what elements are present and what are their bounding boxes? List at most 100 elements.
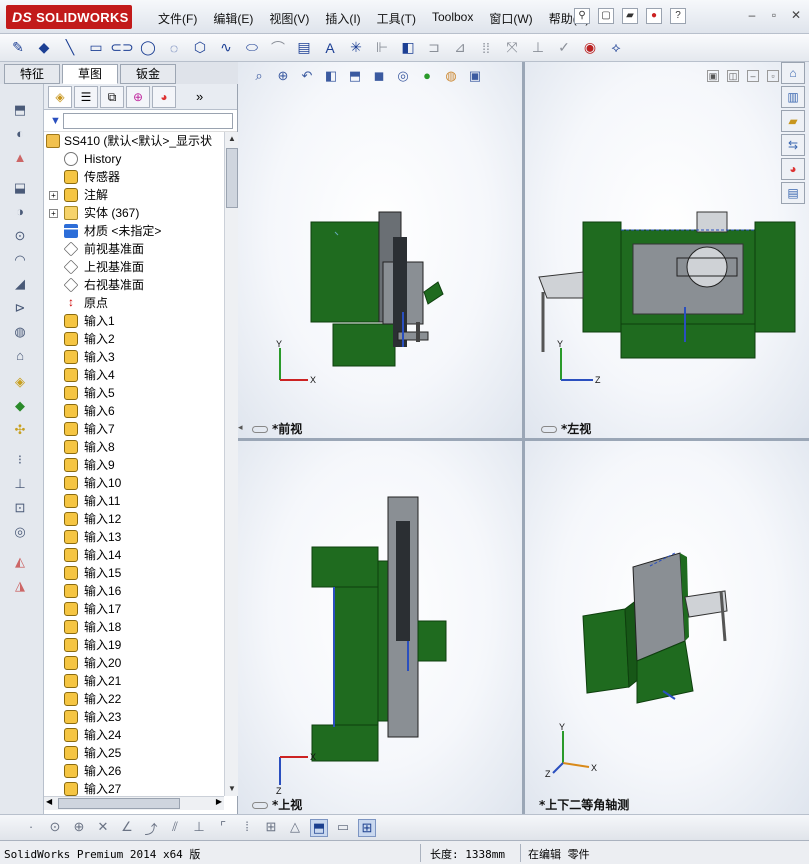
configuration-manager-tab-icon[interactable]: ⧉	[100, 85, 124, 108]
expand-icon[interactable]: +	[49, 191, 58, 200]
deform-icon[interactable]: ◮	[10, 578, 30, 596]
expand-tabs-icon[interactable]: »	[196, 89, 203, 104]
intersection-icon[interactable]: ✕	[94, 819, 112, 837]
minimize-icon[interactable]: –	[745, 8, 759, 22]
trim-icon[interactable]: ⊩	[372, 39, 392, 57]
hole-wizard-icon[interactable]: ⊙	[10, 228, 30, 246]
smart-dimension-icon[interactable]: ◆	[34, 39, 54, 57]
sketch-icon[interactable]: ✎	[8, 39, 28, 57]
tree-item[interactable]: 输入7	[44, 420, 224, 438]
scroll-thumb[interactable]	[226, 148, 238, 208]
tree-item[interactable]: 输入25	[44, 744, 224, 762]
shell-icon[interactable]: ◍	[10, 324, 30, 342]
tree-item[interactable]: 输入1	[44, 312, 224, 330]
quick-snap-icon[interactable]: ⤴	[142, 819, 160, 837]
tree-item[interactable]: 输入13	[44, 528, 224, 546]
tree-item[interactable]: 材质 <未指定>	[44, 222, 224, 240]
viewport-splitter-horizontal[interactable]	[238, 438, 809, 441]
tree-item[interactable]: 输入10	[44, 474, 224, 492]
slot-icon[interactable]: ⊂⊃	[110, 39, 133, 57]
menu-view[interactable]: 视图(V)	[261, 10, 317, 27]
rapid-sketch-icon[interactable]: ◉	[580, 39, 600, 57]
point-icon[interactable]: ✳	[346, 39, 366, 57]
triangle-icon[interactable]: △	[286, 819, 304, 837]
draft-icon[interactable]: ⌂	[10, 348, 30, 366]
tree-item[interactable]: 传感器	[44, 168, 224, 186]
tree-item[interactable]: 输入27	[44, 780, 224, 796]
tree-item[interactable]: 上视基准面	[44, 258, 224, 276]
tree-vertical-scrollbar[interactable]: ▲ ▼	[224, 132, 238, 796]
horizontal-snap-icon[interactable]: ⌜	[214, 819, 232, 837]
tree-item[interactable]: 输入26	[44, 762, 224, 780]
tree-item[interactable]: 输入14	[44, 546, 224, 564]
flex-icon[interactable]: ◭	[10, 554, 30, 572]
polygon-icon[interactable]: ⬡	[190, 39, 210, 57]
tab-sheet-metal[interactable]: 钣金	[120, 64, 176, 84]
tree-item[interactable]: 输入8	[44, 438, 224, 456]
help-icon[interactable]: ?	[670, 8, 686, 24]
dimxpert-tab-icon[interactable]: ⊕	[126, 85, 150, 108]
property-manager-tab-icon[interactable]: ☰	[74, 85, 98, 108]
parallel-snap-icon[interactable]: ⫽	[166, 819, 184, 837]
tree-item[interactable]: 输入18	[44, 618, 224, 636]
tree-item[interactable]: 输入2	[44, 330, 224, 348]
tree-item[interactable]: 输入17	[44, 600, 224, 618]
fillet-icon[interactable]: ⌒	[268, 39, 288, 57]
tangent-icon[interactable]: ⊕	[70, 819, 88, 837]
feature-tree-tab-icon[interactable]: ◈	[48, 85, 72, 108]
restore-icon[interactable]: ▫	[767, 8, 781, 22]
tree-item[interactable]: + 实体 (367)	[44, 204, 224, 222]
extrude-boss-icon[interactable]: ⬒	[10, 102, 30, 120]
tree-item[interactable]: 输入24	[44, 726, 224, 744]
mirror-feature-icon[interactable]: ⊥	[10, 476, 30, 494]
perpendicular-snap-icon[interactable]: ⊥	[190, 819, 208, 837]
tree-horizontal-scrollbar[interactable]: ◀ ▶	[44, 796, 224, 810]
tree-item[interactable]: 输入23	[44, 708, 224, 726]
scroll-up-icon[interactable]: ▲	[225, 132, 239, 146]
scroll-right-icon[interactable]: ▶	[216, 797, 222, 806]
curves-icon[interactable]: ◆	[10, 398, 30, 416]
rib-icon[interactable]: ⊳	[10, 300, 30, 318]
graphics-area[interactable]: ⌕ ⊕ ↶ ◧ ⬒ ◼ ◎ ● ◍ ▣ Y X *前视 ▣ ◫ – ▫ Y Z …	[238, 62, 809, 814]
revolve-boss-icon[interactable]: ◐	[10, 126, 30, 144]
tree-item[interactable]: History	[44, 150, 224, 168]
plane-ref-icon[interactable]: ▤	[294, 39, 314, 57]
repair-sketch-icon[interactable]: ✓	[554, 39, 574, 57]
revolve-cut-icon[interactable]: ◑	[10, 204, 30, 222]
menu-toolbox[interactable]: Toolbox	[424, 10, 481, 27]
sweep-icon[interactable]: ▲	[10, 150, 30, 168]
appearances-scenes-icon[interactable]: ◕	[781, 158, 805, 180]
single-pane-icon[interactable]: ▭	[334, 819, 352, 837]
rebuild-icon[interactable]: ●	[646, 8, 662, 24]
tree-item[interactable]: + 注解	[44, 186, 224, 204]
collapse-panel-icon[interactable]: ◂	[238, 422, 243, 433]
menu-window[interactable]: 窗口(W)	[481, 10, 540, 27]
center-point-icon[interactable]: ⊙	[46, 819, 64, 837]
move-entities-icon[interactable]: ⤧	[502, 39, 522, 57]
convert-entities-icon[interactable]: ◧	[398, 39, 418, 57]
design-library-icon[interactable]: ▥	[781, 86, 805, 108]
viewport-left[interactable]: ▣ ◫ – ▫ ✕	[525, 62, 809, 438]
viewport-isometric[interactable]: Y X Z *上下二等角轴测	[525, 441, 809, 814]
viewport-front[interactable]: ⌕ ⊕ ↶ ◧ ⬒ ◼ ◎ ● ◍ ▣ Y X *前视	[238, 62, 522, 438]
tab-sketch[interactable]: 草图	[62, 64, 118, 84]
spline-icon[interactable]: ∿	[216, 39, 236, 57]
circle-icon[interactable]: ◯	[138, 39, 158, 57]
display-relations-icon[interactable]: ⊥	[528, 39, 548, 57]
tree-item[interactable]: 输入11	[44, 492, 224, 510]
viewport-top[interactable]: X Z *上视	[238, 441, 522, 814]
wrap-icon[interactable]: ⊡	[10, 500, 30, 518]
linear-pattern-icon[interactable]: ⁞⁞	[476, 39, 496, 57]
menu-file[interactable]: 文件(F)	[150, 10, 205, 27]
offset-icon[interactable]: ⊐	[424, 39, 444, 57]
tree-item[interactable]: 输入12	[44, 510, 224, 528]
tree-item[interactable]: 输入21	[44, 672, 224, 690]
tree-root[interactable]: SS410 (默认<默认>_显示状	[44, 132, 224, 150]
display-manager-tab-icon[interactable]: ◕	[152, 85, 176, 108]
ellipse-icon[interactable]: ⬭	[242, 39, 262, 57]
linear-pattern-feature-icon[interactable]: ⁝	[10, 452, 30, 470]
point-icon[interactable]: ·	[22, 819, 40, 837]
custom-properties-icon[interactable]: ▤	[781, 182, 805, 204]
tree-item[interactable]: 输入20	[44, 654, 224, 672]
fillet-feature-icon[interactable]: ◠	[10, 252, 30, 270]
